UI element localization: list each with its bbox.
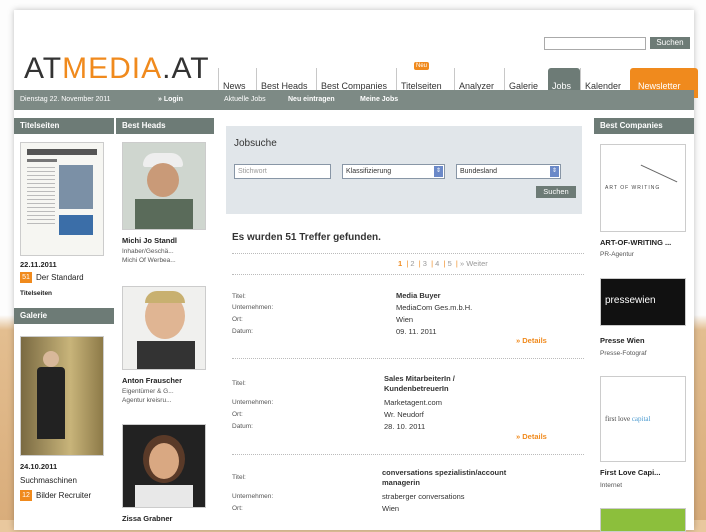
- company-name-2[interactable]: Presse Wien: [600, 336, 645, 345]
- job-2-company: Marketagent.com: [384, 398, 442, 407]
- company-logo-art-of-writing[interactable]: ART OF WRITING: [600, 144, 686, 232]
- jobsuche-panel: Jobsuche Stichwort Klassifizierung ⇕ Bund…: [226, 126, 582, 214]
- job-3-titel-label: Titel:: [232, 474, 246, 481]
- sub-navbar: Dienstag 22. November 2011 » Login Aktue…: [14, 90, 694, 110]
- jobsuche-submit-button[interactable]: Suchen: [536, 186, 576, 198]
- company-logo-presse-wien[interactable]: pressewien: [600, 278, 686, 326]
- galerie-date: 24.10.2011: [20, 462, 58, 471]
- company-name-1[interactable]: ART-OF-WRITING ...: [600, 238, 671, 247]
- company-type-3: Internet: [600, 482, 623, 489]
- jobsuche-title: Jobsuche: [234, 138, 277, 149]
- titelseiten-paper[interactable]: Der Standard: [36, 273, 84, 282]
- company-name-3[interactable]: First Love Capi...: [600, 468, 660, 477]
- company-logo-first-love-capital[interactable]: first love capital: [600, 376, 686, 462]
- job-3-company: straberger conversations: [382, 492, 465, 501]
- titelseiten-heading: Titelseiten: [14, 118, 114, 134]
- job-3-location: Wien: [382, 504, 400, 513]
- search-button[interactable]: Suchen: [650, 37, 690, 49]
- login-link[interactable]: » Login: [158, 96, 183, 103]
- page-4[interactable]: 4: [435, 259, 439, 268]
- head-role-1: Inhaber/Geschä...: [122, 248, 174, 255]
- new-badge: Neu: [414, 62, 430, 70]
- job-3-ort-label: Ort:: [232, 505, 243, 512]
- newspaper-thumbnail[interactable]: [20, 142, 104, 256]
- job-1-titel-label: Titel:: [232, 293, 246, 300]
- titelseiten-link[interactable]: Titelseiten: [20, 290, 52, 297]
- head-photo-3[interactable]: [122, 424, 206, 508]
- job-1-datum-label: Datum:: [232, 328, 253, 335]
- titelseiten-date: 22.11.2011: [20, 260, 57, 269]
- job-2-ort-label: Ort:: [232, 411, 243, 418]
- job-2-title-cont[interactable]: KundenbetreuerIn: [384, 384, 449, 393]
- divider: [232, 454, 584, 455]
- head-photo-2[interactable]: [122, 286, 206, 370]
- company-type-2: Presse-Fotograf: [600, 350, 647, 357]
- job-3-company-label: Unternehmen:: [232, 493, 274, 500]
- job-2-datum-label: Datum:: [232, 423, 253, 430]
- job-2-details-link[interactable]: » Details: [516, 432, 547, 441]
- page-3[interactable]: 3: [423, 259, 427, 268]
- job-1-ort-label: Ort:: [232, 316, 243, 323]
- job-2-titel-label: Titel:: [232, 380, 246, 387]
- current-date: Dienstag 22. November 2011: [20, 96, 111, 103]
- job-2-location: Wr. Neudorf: [384, 410, 424, 419]
- titelseiten-count: 51: [20, 272, 32, 283]
- galerie-count: 12: [20, 490, 32, 501]
- klassifizierung-select[interactable]: Klassifizierung ⇕: [342, 164, 445, 179]
- page-2[interactable]: 2: [410, 259, 414, 268]
- result-count: Es wurden 51 Treffer gefunden.: [232, 232, 381, 243]
- bundesland-select[interactable]: Bundesland ⇕: [456, 164, 561, 179]
- best-companies-heading: Best Companies: [594, 118, 694, 134]
- page-1[interactable]: 1: [398, 259, 402, 268]
- job-2-title[interactable]: Sales MitarbeiterIn /: [384, 374, 455, 383]
- job-3-title[interactable]: conversations spezialistin/account: [382, 468, 506, 477]
- job-1-company-label: Unternehmen:: [232, 304, 274, 311]
- galerie-title[interactable]: Suchmaschinen: [20, 476, 77, 485]
- job-1-date: 09. 11. 2011: [396, 327, 437, 336]
- head-name-3[interactable]: Zissa Grabner: [122, 514, 172, 523]
- head-photo-1[interactable]: [122, 142, 206, 230]
- chevron-down-icon: ⇕: [434, 166, 443, 177]
- job-1-details-link[interactable]: » Details: [516, 336, 547, 345]
- galerie-label[interactable]: Bilder Recruiter: [36, 491, 91, 500]
- galerie-photo[interactable]: [20, 336, 104, 456]
- job-2-date: 28. 10. 2011: [384, 422, 426, 431]
- job-2-company-label: Unternehmen:: [232, 399, 274, 406]
- nav-neu-eintragen[interactable]: Neu eintragen: [288, 96, 335, 103]
- job-1-company: MediaCom Ges.m.b.H.: [396, 303, 473, 312]
- company-logo-partial[interactable]: [600, 508, 686, 532]
- stichwort-input[interactable]: Stichwort: [234, 164, 331, 179]
- head-role-2: Eigentümer & G...: [122, 388, 174, 395]
- divider: [232, 358, 584, 359]
- page-5[interactable]: 5: [448, 259, 452, 268]
- company-type-1: PR-Agentur: [600, 251, 634, 258]
- page: ATMEDIA.AT Suchen News Best Heads Best C…: [14, 10, 698, 532]
- logo[interactable]: ATMEDIA.AT: [24, 52, 210, 86]
- galerie-heading: Galerie: [14, 308, 114, 324]
- nav-meine-jobs[interactable]: Meine Jobs: [360, 96, 398, 103]
- divider: [232, 274, 584, 275]
- search-input[interactable]: [544, 37, 646, 50]
- best-heads-heading: Best Heads: [116, 118, 214, 134]
- pagination: 1 | 2 | 3 | 4 | 5 | » Weiter: [398, 259, 488, 268]
- divider: [232, 253, 584, 254]
- nav-aktuelle-jobs[interactable]: Aktuelle Jobs: [224, 96, 266, 103]
- job-1-title[interactable]: Media Buyer: [396, 291, 441, 300]
- head-company-2: Agentur kreisru...: [122, 397, 172, 404]
- head-name-1[interactable]: Michi Jo Standl: [122, 236, 177, 245]
- job-1-location: Wien: [396, 315, 414, 324]
- next-page-link[interactable]: » Weiter: [460, 259, 488, 268]
- chevron-down-icon: ⇕: [550, 166, 559, 177]
- job-3-title-cont[interactable]: managerin: [382, 478, 420, 487]
- head-name-2[interactable]: Anton Frauscher: [122, 376, 182, 385]
- head-company-1: Michi Of Werbea...: [122, 257, 176, 264]
